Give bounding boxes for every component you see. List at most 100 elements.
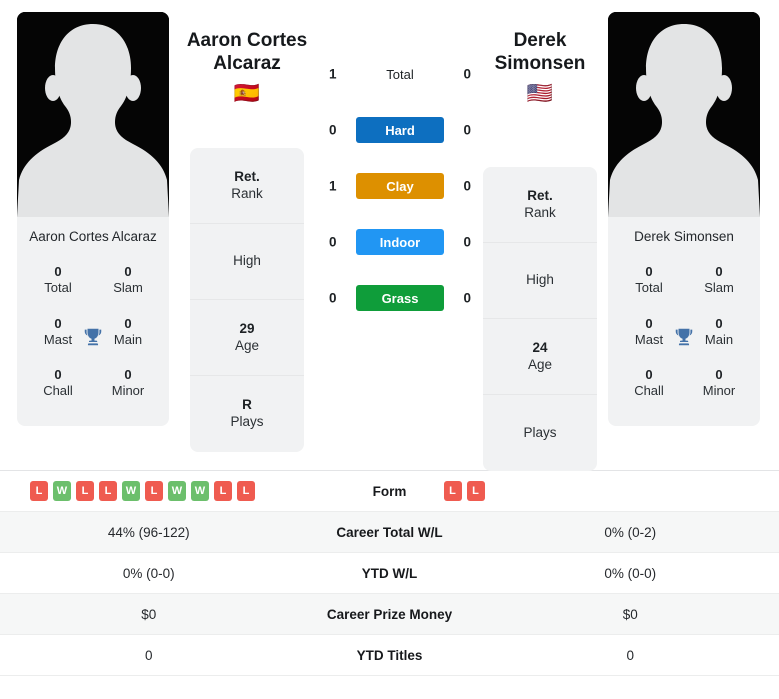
bio-row-high: High	[483, 243, 597, 319]
stat-value-left: 0% (0-0)	[122, 565, 175, 581]
table-row: 0 YTD Titles 0	[0, 635, 779, 676]
bio-value: Ret.	[234, 168, 260, 184]
title-grid-left: 0 Total 0 Slam 0 Mast 0 Main 0 Chall 0 M…	[17, 255, 169, 426]
player-name-line1: Derek	[513, 30, 567, 51]
bio-label: High	[526, 272, 554, 288]
bio-row-age: 29 Age	[190, 300, 304, 376]
stat-value-right: 0% (0-2)	[604, 524, 657, 540]
avatar-silhouette-icon	[17, 12, 169, 217]
title-cell: 0 Mast	[23, 307, 93, 359]
form-badge-w[interactable]: W	[168, 481, 186, 501]
bio-label: Age	[234, 337, 260, 353]
surface-label-clay[interactable]: Clay	[356, 173, 444, 199]
surface-left-count: 1	[329, 66, 337, 82]
player-avatar-name-left: Aaron Cortes Alcaraz	[29, 229, 157, 244]
player-name-right[interactable]: Derek Simonsen 🇺🇸	[460, 30, 620, 104]
title-value: 0	[645, 367, 653, 383]
bio-label: High	[233, 253, 261, 269]
player-card-right[interactable]: Derek Simonsen 0 Total 0 Slam 0 Mast 0 M…	[608, 12, 760, 426]
title-value: 0	[715, 315, 723, 331]
form-badges-left: LWLLWLWWLL	[0, 481, 298, 501]
surface-row-grass: 0 Grass 0	[325, 284, 475, 312]
player-avatar-name-right: Derek Simonsen	[634, 229, 734, 244]
title-label: Total	[44, 280, 72, 296]
form-badge-l[interactable]: L	[466, 481, 485, 501]
title-value: 0	[645, 264, 653, 280]
surface-row-indoor: 0 Indoor 0	[325, 228, 475, 256]
form-badge-l[interactable]: L	[214, 481, 232, 501]
bio-row-rank: Ret. Rank	[483, 167, 597, 243]
head-to-head-section: Aaron Cortes Alcaraz 0 Total 0 Slam 0 Ma…	[0, 0, 779, 471]
table-row: $0 Career Prize Money $0	[0, 594, 779, 635]
surface-breakdown: 1 Total 0 0 Hard 0 1 Clay 0 0 Indoor 0 0 Grass 0	[325, 60, 475, 340]
title-label: Chall	[43, 383, 73, 399]
bio-row-plays: R Plays	[190, 376, 304, 452]
stat-label: YTD Titles	[356, 647, 423, 663]
stat-label: Career Prize Money	[326, 606, 453, 622]
stat-value-left: 44% (96-122)	[107, 524, 190, 540]
surface-label-hard[interactable]: Hard	[356, 117, 444, 143]
bio-row-plays: Plays	[483, 395, 597, 471]
surface-row-clay: 1 Clay 0	[325, 172, 475, 200]
stat-value-right: 0	[626, 647, 634, 663]
bio-label: Age	[527, 356, 553, 372]
player-bio-left: Ret. Rank High 29 Age R Plays	[190, 148, 304, 452]
surface-right-count: 0	[463, 290, 471, 306]
surface-right-count: 0	[463, 178, 471, 194]
form-badge-w[interactable]: W	[122, 481, 140, 501]
title-cell: 0 Main	[93, 307, 163, 359]
bio-row-high: High	[190, 224, 304, 300]
stat-value-right: LL	[443, 481, 779, 501]
player-name-left[interactable]: Aaron Cortes Alcaraz 🇪🇸	[167, 30, 327, 104]
title-value: 0	[124, 264, 132, 280]
form-badge-l[interactable]: L	[76, 481, 94, 501]
bio-value: 24	[532, 339, 548, 355]
title-value: 0	[715, 264, 723, 280]
table-row: 44% (96-122) Career Total W/L 0% (0-2)	[0, 512, 779, 553]
title-label: Slam	[113, 280, 143, 296]
surface-left-count: 0	[329, 122, 337, 138]
title-label: Minor	[702, 383, 736, 399]
surface-label-total: Total	[386, 66, 414, 82]
surface-row-total: 1 Total 0	[325, 60, 475, 88]
title-cell: 0 Minor	[93, 358, 163, 410]
bio-label: Rank	[524, 204, 556, 220]
form-badge-l[interactable]: L	[443, 481, 462, 501]
title-value: 0	[54, 367, 62, 383]
form-badge-l[interactable]: L	[99, 481, 117, 501]
title-label: Chall	[634, 383, 664, 399]
title-value: 0	[645, 315, 653, 331]
comparison-stats-table: L W L L W L W W L L Form L L 44% (96-122) Career Total…	[0, 470, 779, 676]
title-label: Minor	[111, 383, 145, 399]
title-cell: 0 Chall	[614, 358, 684, 410]
bio-label: Rank	[231, 185, 263, 201]
form-badge-w[interactable]: W	[191, 481, 209, 501]
surface-label-grass[interactable]: Grass	[356, 285, 444, 311]
player-avatar-right	[608, 12, 760, 217]
table-row: 0% (0-0) YTD W/L 0% (0-0)	[0, 553, 779, 594]
title-label: Mast	[634, 331, 664, 347]
title-label: Main	[113, 331, 143, 347]
form-badge-l[interactable]: L	[145, 481, 163, 501]
form-badge-l[interactable]: L	[30, 481, 48, 501]
player-name-line2: Simonsen	[494, 52, 586, 74]
bio-row-age: 24 Age	[483, 319, 597, 395]
surface-label-indoor[interactable]: Indoor	[356, 229, 444, 255]
title-label: Mast	[43, 331, 73, 347]
form-badge-l[interactable]: L	[237, 481, 255, 501]
bio-value: 29	[239, 320, 255, 336]
title-value: 0	[54, 315, 62, 331]
form-badge-w[interactable]: W	[53, 481, 71, 501]
player-card-left[interactable]: Aaron Cortes Alcaraz 0 Total 0 Slam 0 Ma…	[17, 12, 169, 426]
stat-label: YTD W/L	[361, 565, 418, 581]
bio-value: R	[242, 397, 252, 413]
title-cell: 0 Minor	[684, 358, 754, 410]
stat-value-left: LWLLWLWWLL	[0, 481, 298, 501]
title-value: 0	[124, 315, 132, 331]
stat-value-right: $0	[622, 606, 638, 622]
stat-value-left: $0	[141, 606, 157, 622]
stat-value-right: 0% (0-0)	[604, 565, 657, 581]
title-value: 0	[124, 367, 132, 383]
title-label: Slam	[704, 280, 734, 296]
title-value: 0	[715, 367, 723, 383]
